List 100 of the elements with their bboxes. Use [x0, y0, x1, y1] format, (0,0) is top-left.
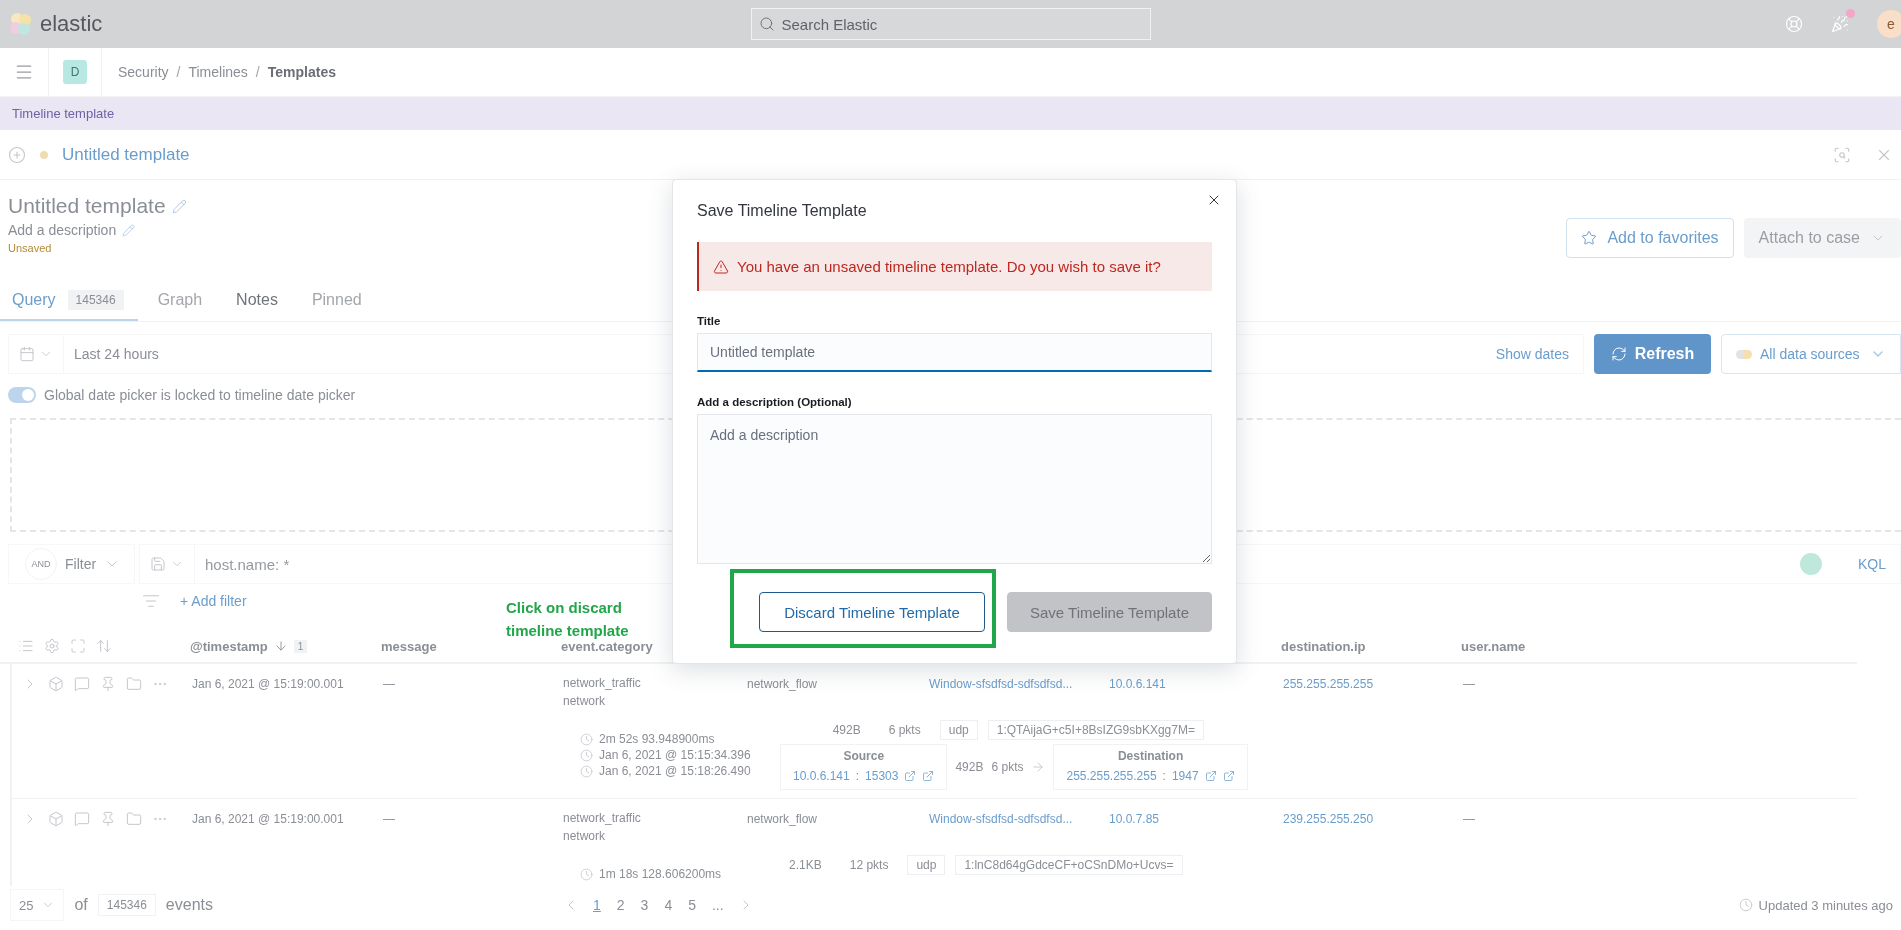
description-text: Add a description [8, 222, 117, 238]
help-icon [1785, 15, 1803, 33]
external-link-icon [922, 770, 935, 782]
flow-packets: 6 pkts [991, 760, 1024, 774]
party-popper-icon [1831, 15, 1849, 33]
warning-text: You have an unsaved timeline template. Do you wish to save it? [737, 258, 1161, 275]
page-button[interactable]: 1 [591, 897, 603, 913]
sort-icon [96, 638, 112, 654]
toggle-switch[interactable] [8, 387, 36, 403]
page-button[interactable]: 4 [662, 897, 675, 913]
pin-icon [100, 676, 116, 692]
page-button[interactable]: 5 [686, 897, 698, 913]
title-input[interactable]: Untitled template [697, 333, 1212, 372]
page-button[interactable]: 2 [614, 897, 627, 913]
table-cell-text: network_traffic [563, 810, 642, 827]
duration-text: 2m 52s 93.948900ms [580, 732, 770, 746]
table-cell-link[interactable]: 239.255.255.250 [1283, 812, 1374, 826]
table-cell: network_flow [747, 677, 818, 691]
add-icon [8, 145, 26, 164]
filter-icon [142, 592, 160, 610]
show-dates-link[interactable]: Show dates [1489, 345, 1583, 363]
endpoint-label: Destination [1117, 749, 1184, 763]
column-header[interactable]: destination.ip [1281, 638, 1461, 654]
port-link[interactable]: 15303 [865, 767, 899, 785]
user-avatar[interactable]: e [1877, 10, 1901, 38]
clock-icon [580, 764, 593, 778]
breadcrumb-link[interactable]: Security [118, 64, 169, 80]
external-link-icon [1204, 770, 1217, 782]
unsaved-dot [40, 150, 48, 159]
duration-text: 1m 18s 128.606200ms [580, 867, 770, 881]
flow-badge: udp [907, 855, 946, 875]
breadcrumb-link[interactable]: Timelines [188, 64, 248, 80]
elastic-logo-icon [8, 11, 34, 37]
table-cell-link[interactable]: Window-sfsdfsd-sdfsdfsd... [929, 812, 1073, 826]
filter-dropdown[interactable]: AND Filter [8, 544, 135, 584]
table-cell: — [1463, 677, 1475, 691]
page-size-dropdown[interactable]: 25 [10, 889, 65, 921]
external-link-icon [904, 770, 917, 782]
table-cell: — [383, 677, 395, 691]
port-link[interactable]: 1947 [1171, 767, 1199, 785]
column-header[interactable]: @timestamp 1 [190, 638, 381, 654]
refresh-icon [1610, 346, 1627, 362]
table-cell-link[interactable]: Window-sfsdfsd-sdfsdfsd... [929, 677, 1073, 691]
ip-link[interactable]: 10.0.6.141 [793, 767, 850, 785]
sort-down-icon [273, 639, 288, 653]
updated-status: Updated 3 minutes ago [1738, 897, 1893, 913]
field-label: Title [697, 315, 722, 327]
discard-button[interactable]: Discard Timeline Template [759, 592, 985, 632]
events-label: events [165, 896, 213, 914]
toggle-label: Global date picker is locked to timeline date picker [44, 387, 356, 403]
table-cell: Jan 6, 2021 @ 15:19:00.001 [192, 812, 344, 826]
page-button[interactable]: ... [710, 897, 726, 913]
search-icon [758, 16, 775, 32]
column-header[interactable]: user.name [1461, 638, 1857, 654]
unsaved-status: Unsaved [8, 242, 53, 254]
colon-separator: : [855, 768, 860, 785]
kql-button[interactable]: KQL [1852, 555, 1900, 573]
table-cell: — [383, 812, 395, 826]
table-cell-text: network_traffic [563, 675, 642, 692]
table-cell-link[interactable]: 10.0.6.141 [1109, 677, 1166, 691]
clock-icon [580, 867, 593, 881]
settings-icon [44, 638, 60, 654]
field-label: Add a description (Optional) [697, 396, 853, 408]
external-link-icon [1222, 770, 1235, 782]
ip-link[interactable]: 255.255.255.255 [1066, 767, 1157, 785]
description-textarea[interactable]: Add a description [697, 414, 1212, 564]
page-button[interactable]: 3 [638, 897, 651, 913]
breadcrumb-link[interactable]: Templates [267, 64, 336, 80]
calendar-icon [19, 346, 35, 362]
table-cell: Jan 6, 2021 @ 15:19:00.001 [192, 677, 344, 691]
colon-separator: : [1162, 768, 1166, 785]
tab[interactable]: Notes [224, 280, 292, 321]
table-cell-text: network [563, 828, 607, 845]
star-icon [1581, 230, 1598, 246]
add-to-favorites-button[interactable]: Add to favorites [1566, 218, 1734, 258]
refresh-button[interactable]: Refresh [1594, 334, 1711, 374]
table-cell: network_flow [747, 812, 818, 826]
pencil-icon [171, 198, 187, 214]
count-badge: 145346 [67, 289, 124, 310]
pencil-icon [122, 223, 136, 237]
table-cell-link[interactable]: 10.0.7.85 [1109, 812, 1160, 826]
breadcrumb-separator: / [176, 64, 181, 80]
comment-icon [74, 811, 90, 827]
sources-dots-icon [1736, 349, 1752, 359]
tab[interactable]: Query 145346 [0, 280, 138, 321]
search-field[interactable]: Search Elastic [750, 8, 1151, 40]
add-filter-link[interactable]: + Add filter [180, 593, 247, 609]
duration-text: Jan 6, 2021 @ 15:18:26.490 [580, 764, 770, 778]
duration-text: Jan 6, 2021 @ 15:15:34.396 [580, 748, 770, 762]
table-cell: — [1463, 812, 1475, 826]
data-sources-dropdown[interactable]: All data sources [1721, 334, 1901, 374]
table-cell-link[interactable]: 255.255.255.255 [1283, 677, 1374, 691]
flow-badge: udp [939, 720, 978, 740]
flow-bytes: 492B [955, 760, 984, 774]
flow-stat: 12 pkts [848, 857, 890, 874]
column-header[interactable]: message [381, 638, 561, 654]
timeline-title-link[interactable]: Untitled template [62, 144, 190, 165]
of-label: of [74, 896, 88, 914]
space-avatar[interactable]: D [63, 60, 87, 84]
arrow-icon [1031, 760, 1046, 774]
